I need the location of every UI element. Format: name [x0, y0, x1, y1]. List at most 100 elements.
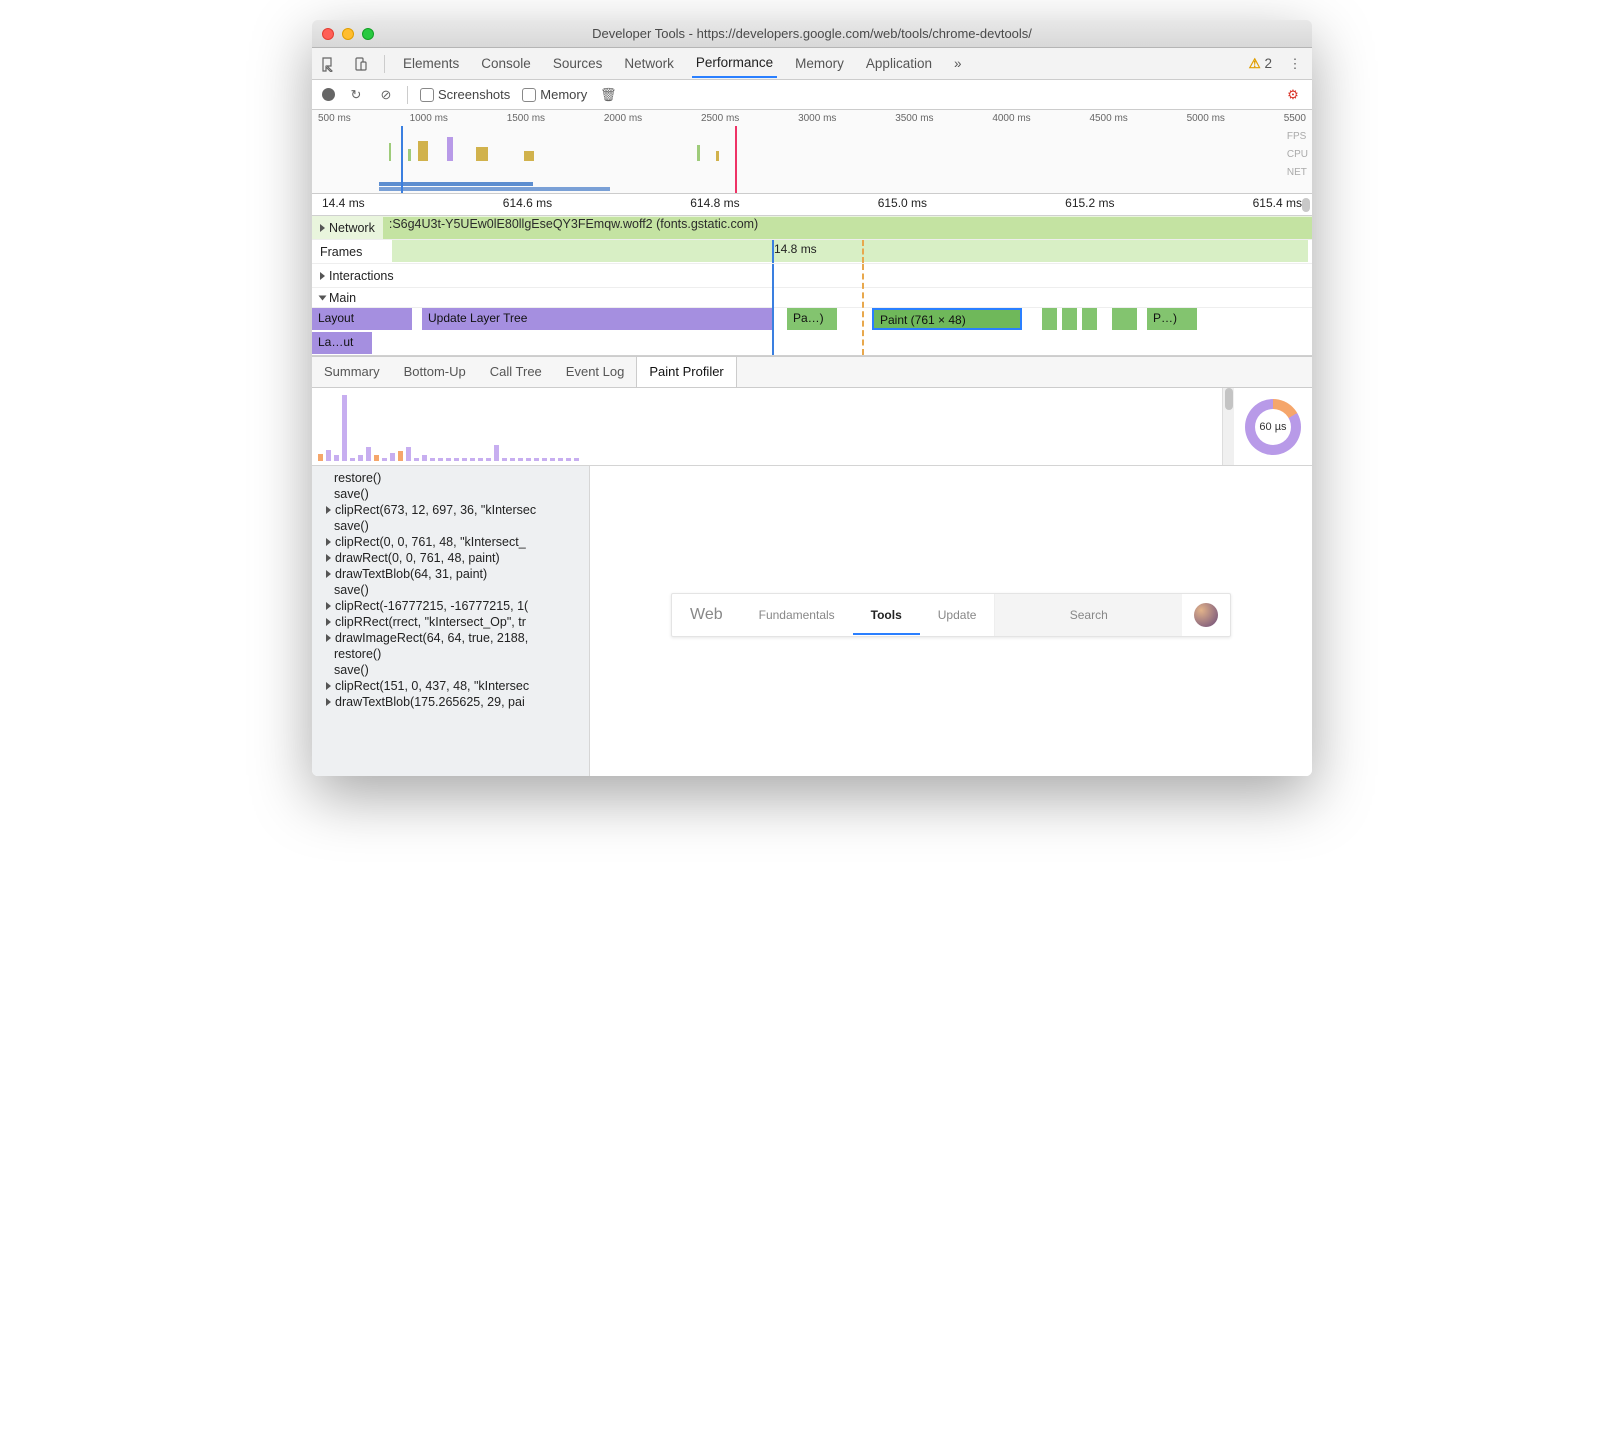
expand-icon[interactable] — [326, 538, 331, 546]
spark-bar[interactable] — [518, 458, 523, 461]
tab-sources[interactable]: Sources — [549, 50, 607, 77]
event-paint[interactable] — [1112, 308, 1137, 330]
paint-command[interactable]: clipRect(673, 12, 697, 36, "kIntersec — [312, 502, 589, 518]
spark-bar[interactable] — [510, 458, 515, 461]
tab-call-tree[interactable]: Call Tree — [478, 357, 554, 387]
kebab-menu[interactable]: ⋮ — [1286, 55, 1304, 73]
spark-bar[interactable] — [414, 458, 419, 461]
paint-command[interactable]: drawImageRect(64, 64, true, 2188, — [312, 630, 589, 646]
spark-bar[interactable] — [470, 458, 475, 461]
garbage-collect-icon[interactable]: 🗑 — [599, 86, 617, 104]
event-layout[interactable]: Layout — [312, 308, 412, 330]
maximize-button[interactable] — [362, 28, 374, 40]
network-row[interactable]: Network :S6g4U3t-Y5UEw0lE80llgEseQY3FEmq… — [312, 216, 1312, 240]
spark-bar[interactable] — [398, 451, 403, 461]
main-row-header[interactable]: Main — [312, 288, 1312, 308]
close-button[interactable] — [322, 28, 334, 40]
expand-icon[interactable] — [326, 570, 331, 578]
spark-bar[interactable] — [494, 445, 499, 461]
expand-icon[interactable] — [326, 554, 331, 562]
spark-bar[interactable] — [550, 458, 555, 461]
flame-chart[interactable]: Network :S6g4U3t-Y5UEw0lE80llgEseQY3FEmq… — [312, 216, 1312, 356]
spark-bar[interactable] — [326, 450, 331, 461]
record-button[interactable] — [322, 88, 335, 101]
spark-bar[interactable] — [462, 458, 467, 461]
paint-command[interactable]: save() — [312, 582, 589, 598]
event-paint[interactable] — [1042, 308, 1057, 330]
spark-bar[interactable] — [366, 447, 371, 461]
clear-button[interactable]: ⊘ — [377, 86, 395, 104]
expand-icon[interactable] — [326, 634, 331, 642]
event-paint[interactable] — [1062, 308, 1077, 330]
spark-bar[interactable] — [358, 455, 363, 461]
screenshots-checkbox[interactable]: Screenshots — [420, 87, 510, 103]
expand-icon[interactable] — [326, 602, 331, 610]
minimize-button[interactable] — [342, 28, 354, 40]
expand-icon[interactable] — [326, 682, 331, 690]
capture-settings-icon[interactable]: ⚙ — [1284, 86, 1302, 104]
paint-command[interactable]: clipRect(0, 0, 761, 48, "kIntersect_ — [312, 534, 589, 550]
tab-bottom-up[interactable]: Bottom-Up — [392, 357, 478, 387]
spark-bar[interactable] — [422, 455, 427, 461]
paint-command[interactable]: save() — [312, 486, 589, 502]
paint-command[interactable]: clipRRect(rrect, "kIntersect_Op", tr — [312, 614, 589, 630]
spark-bar[interactable] — [486, 458, 491, 461]
network-resource[interactable]: :S6g4U3t-Y5UEw0lE80llgEseQY3FEmqw.woff2 … — [383, 217, 1312, 239]
paint-command[interactable]: clipRect(-16777215, -16777215, 1( — [312, 598, 589, 614]
tab-event-log[interactable]: Event Log — [554, 357, 637, 387]
preview-updates[interactable]: Update — [920, 608, 995, 622]
preview-search[interactable]: Search — [994, 594, 1182, 636]
spark-bar[interactable] — [374, 455, 379, 461]
spark-bar[interactable] — [534, 458, 539, 461]
overview-graph[interactable] — [312, 126, 1274, 193]
tabs-overflow[interactable]: » — [950, 50, 966, 77]
spark-bar[interactable] — [574, 458, 579, 461]
event-paint[interactable] — [1082, 308, 1097, 330]
warning-badge[interactable]: ⚠ 2 — [1249, 56, 1272, 72]
spark-bar[interactable] — [342, 395, 347, 461]
spark-bar[interactable] — [438, 458, 443, 461]
event-update-layer-tree[interactable]: Update Layer Tree — [422, 308, 772, 330]
paint-command[interactable]: restore() — [312, 646, 589, 662]
spark-bar[interactable] — [390, 453, 395, 461]
tab-elements[interactable]: Elements — [399, 50, 463, 77]
expand-icon[interactable] — [326, 698, 331, 706]
paint-command[interactable]: drawRect(0, 0, 761, 48, paint) — [312, 550, 589, 566]
spark-bar[interactable] — [454, 458, 459, 461]
ruler-scrollbar[interactable] — [1302, 198, 1310, 212]
event-layout-sub[interactable]: La…ut — [312, 332, 372, 354]
paint-command[interactable]: clipRect(151, 0, 437, 48, "kIntersec — [312, 678, 589, 694]
event-paint-small[interactable]: Pa…) — [787, 308, 837, 330]
spark-bar[interactable] — [446, 458, 451, 461]
tab-performance[interactable]: Performance — [692, 49, 777, 78]
tab-console[interactable]: Console — [477, 50, 535, 77]
tab-memory[interactable]: Memory — [791, 50, 848, 77]
spark-bar[interactable] — [558, 458, 563, 461]
spark-bar[interactable] — [350, 458, 355, 461]
paint-command-list[interactable]: restore()save()clipRect(673, 12, 697, 36… — [312, 466, 590, 776]
tab-network[interactable]: Network — [620, 50, 678, 77]
spark-bar[interactable] — [406, 447, 411, 461]
paint-command[interactable]: save() — [312, 518, 589, 534]
memory-checkbox[interactable]: Memory — [522, 87, 587, 103]
event-paint-selected[interactable]: Paint (761 × 48) — [872, 308, 1022, 330]
paint-command[interactable]: drawTextBlob(64, 31, paint) — [312, 566, 589, 582]
sparkline-scrollbar[interactable] — [1222, 388, 1234, 465]
preview-fundamentals[interactable]: Fundamentals — [741, 608, 853, 622]
paint-command[interactable]: drawTextBlob(175.265625, 29, pai — [312, 694, 589, 710]
spark-bar[interactable] — [318, 454, 323, 461]
sparkline-bars[interactable] — [312, 388, 1222, 465]
paint-profiler-sparkline[interactable]: 60 µs — [312, 388, 1312, 466]
avatar[interactable] — [1194, 603, 1218, 627]
event-paint-more[interactable]: P…) — [1147, 308, 1197, 330]
spark-bar[interactable] — [430, 458, 435, 461]
tab-paint-profiler[interactable]: Paint Profiler — [636, 357, 736, 387]
main-flame[interactable]: Layout La…ut Update Layer Tree Pa…) Pain… — [312, 308, 1312, 356]
overview-strip[interactable]: 500 ms 1000 ms 1500 ms 2000 ms 2500 ms 3… — [312, 110, 1312, 194]
spark-bar[interactable] — [566, 458, 571, 461]
expand-icon[interactable] — [326, 618, 331, 626]
inspect-icon[interactable] — [320, 55, 338, 73]
paint-command[interactable]: save() — [312, 662, 589, 678]
detail-ruler[interactable]: 14.4 ms 614.6 ms 614.8 ms 615.0 ms 615.2… — [312, 194, 1312, 216]
paint-preview[interactable]: Web Fundamentals Tools Update Search — [590, 466, 1312, 776]
